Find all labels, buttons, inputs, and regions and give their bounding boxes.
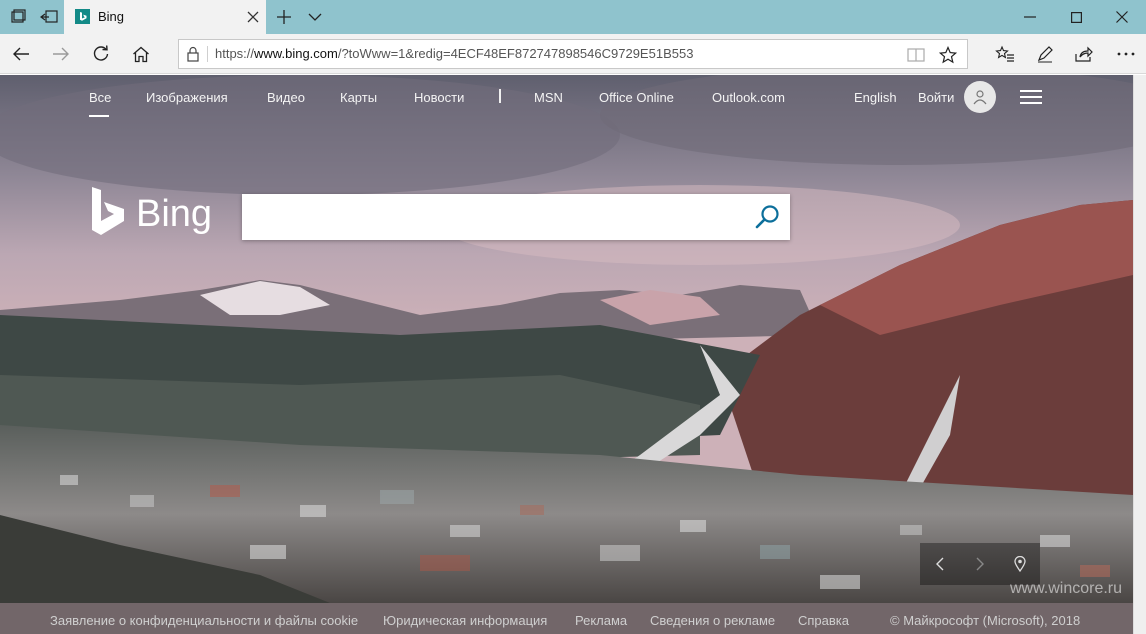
footer-advertising[interactable]: Реклама [575,613,627,628]
minimize-icon[interactable] [1007,0,1053,34]
reading-view-icon[interactable] [906,45,926,65]
footer: Заявление о конфиденциальности и файлы c… [0,603,1133,634]
address-toolbar: https://www.bing.com/?toWww=1&redig=4ECF… [0,34,1146,74]
chevron-down-icon[interactable] [299,0,331,34]
url-scheme: https:// [215,46,255,61]
top-nav: Все Изображения Видео Карты Новости MSN … [0,75,1133,123]
nav-images[interactable]: Изображения [146,90,228,105]
refresh-icon[interactable] [85,38,117,70]
footer-legal[interactable]: Юридическая информация [383,613,547,628]
forward-icon[interactable] [45,38,77,70]
nav-maps[interactable]: Карты [340,90,377,105]
url-text[interactable]: https://www.bing.com/?toWww=1&redig=4ECF… [215,46,693,61]
nav-video[interactable]: Видео [267,90,305,105]
user-icon[interactable] [964,81,996,113]
share-icon[interactable] [1068,38,1100,70]
maximize-icon[interactable] [1053,0,1099,34]
footer-about-ads[interactable]: Сведения о рекламе [650,613,775,628]
url-host: www.bing.com [254,46,338,61]
location-pin-icon[interactable] [1000,543,1040,585]
tab-bar: Bing [0,0,1146,34]
language-switch[interactable]: English [854,90,897,105]
nav-msn[interactable]: MSN [534,90,563,105]
hamburger-icon[interactable] [1020,88,1042,106]
next-image-icon[interactable] [960,543,1000,585]
image-controls [920,543,1040,585]
signin-link[interactable]: Войти [918,90,954,105]
pen-icon[interactable] [1029,38,1061,70]
search-box [242,194,790,240]
close-window-icon[interactable] [1099,0,1145,34]
set-aside-tabs-icon[interactable] [33,0,65,34]
close-icon[interactable] [244,8,262,26]
tab-title: Bing [98,9,125,24]
address-bar[interactable]: https://www.bing.com/?toWww=1&redig=4ECF… [178,39,968,69]
nav-divider [499,89,501,103]
vertical-scrollbar[interactable] [1133,75,1146,634]
favorite-star-icon[interactable] [938,45,958,65]
nav-all[interactable]: Все [89,90,111,105]
more-icon[interactable] [1110,38,1142,70]
watermark: www.wincore.ru [1010,580,1123,597]
favorites-hub-icon[interactable] [989,38,1021,70]
active-tab[interactable]: Bing [64,0,266,34]
search-input[interactable] [252,202,742,232]
nav-office-online[interactable]: Office Online [599,90,674,105]
nav-news[interactable]: Новости [414,90,464,105]
bing-logo-mark [92,187,124,235]
bing-homepage: Все Изображения Видео Карты Новости MSN … [0,75,1133,634]
prev-image-icon[interactable] [920,543,960,585]
bing-favicon [75,9,90,24]
logo-text: Bing [136,193,213,235]
footer-help[interactable]: Справка [798,613,849,628]
active-tab-indicator [89,115,109,117]
new-tab-icon[interactable] [268,0,300,34]
footer-copyright: © Майкрософт (Microsoft), 2018 [890,613,1081,628]
address-separator [207,46,208,62]
footer-privacy[interactable]: Заявление о конфиденциальности и файлы c… [50,613,358,628]
search-icon[interactable] [754,203,782,231]
nav-outlook[interactable]: Outlook.com [712,90,785,105]
back-icon[interactable] [5,38,37,70]
tab-manager-icon[interactable] [2,0,34,34]
home-icon[interactable] [125,38,157,70]
bing-logo: Bing [88,187,220,241]
lock-icon[interactable] [185,46,201,62]
url-path: /?toWww=1&redig=4ECF48EF872747898546C972… [337,46,694,61]
